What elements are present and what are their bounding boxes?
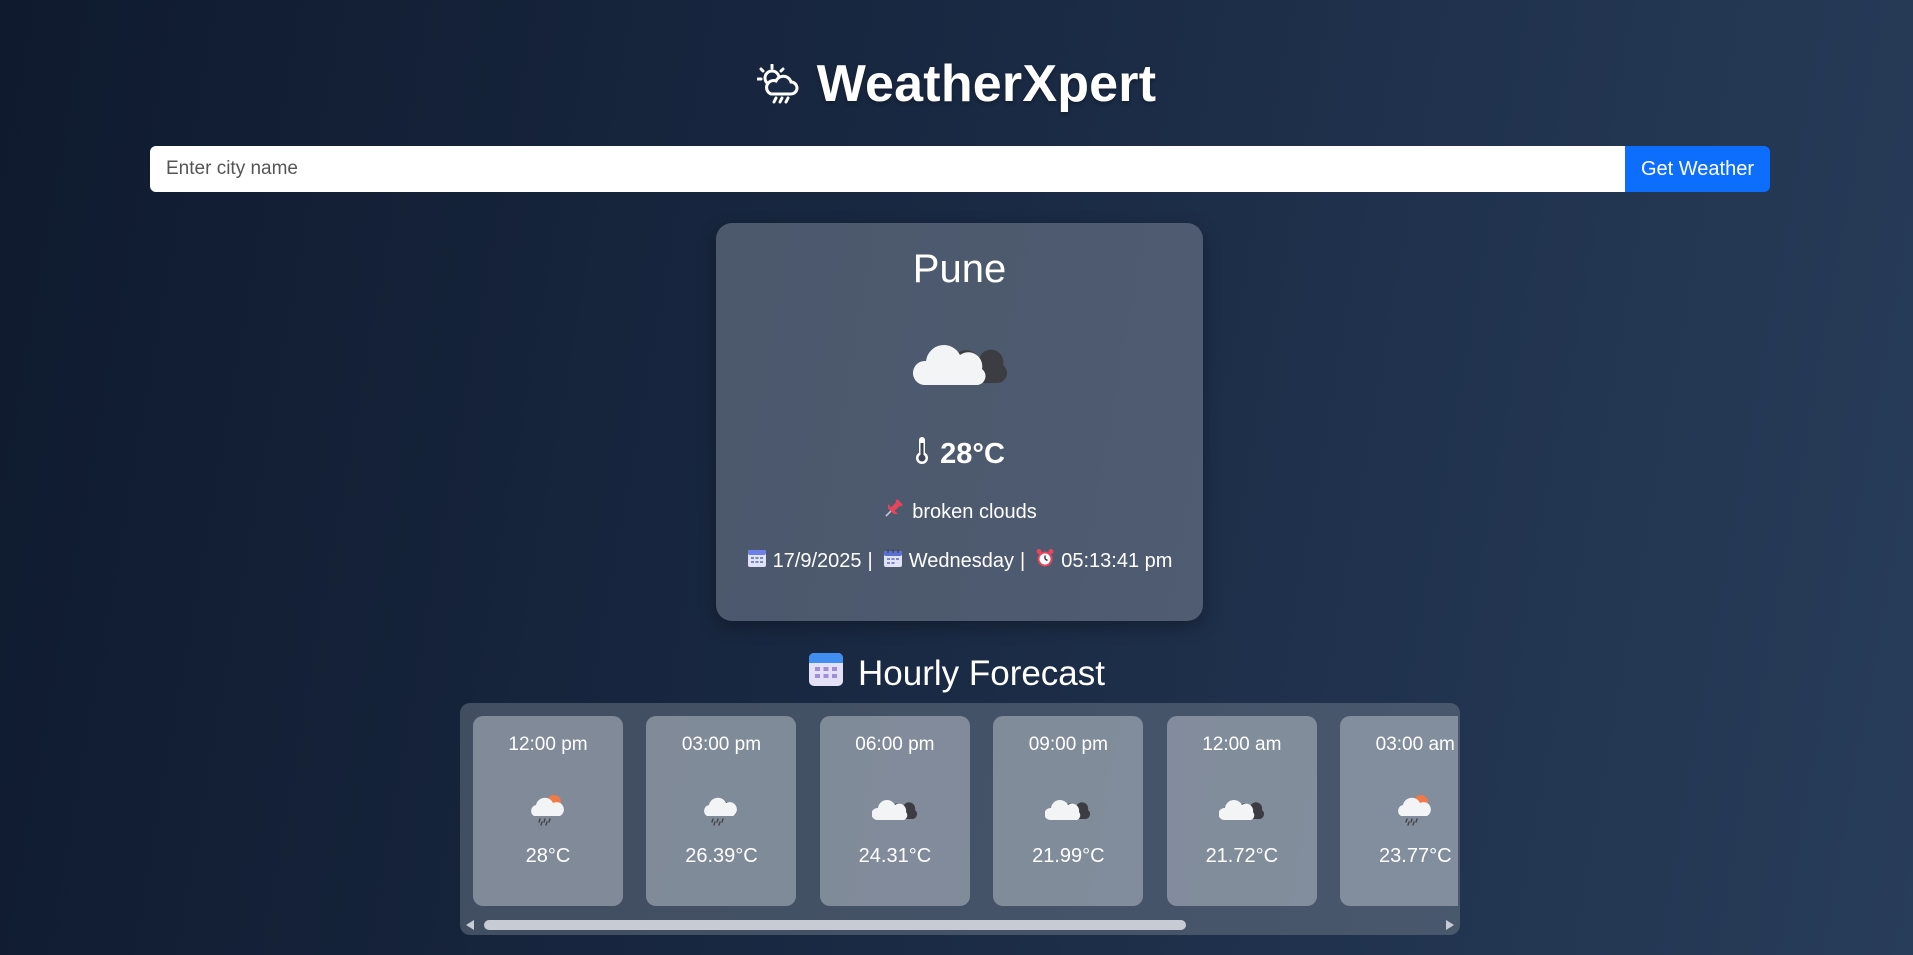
broken-clouds-icon: [993, 792, 1143, 827]
hourly-card: 03:00 pm 26.39°C: [646, 716, 797, 906]
weather-app: WeatherXpert Get Weather Pune 28°C: [0, 0, 1913, 955]
hour-temperature: 21.72°C: [1205, 845, 1279, 867]
thermometer-icon: [914, 435, 930, 473]
cloud-sun-rain-icon: [756, 64, 803, 104]
hourly-card: 12:00 pm 28°C: [473, 716, 623, 906]
scrollbar-thumb[interactable]: [484, 920, 1186, 930]
current-time: 05:13:41 pm: [1061, 549, 1173, 572]
city-name: Pune: [912, 247, 1007, 291]
horizontal-scrollbar[interactable]: [464, 917, 1456, 931]
hour-temperature: 21.99°C: [1032, 845, 1105, 867]
city-search-input[interactable]: [150, 146, 1625, 192]
sun-rain-icon: [473, 792, 623, 831]
broken-clouds-icon: [1167, 792, 1317, 827]
spiral-calendar-icon: [883, 548, 903, 574]
separator: |: [867, 549, 873, 572]
description-row: broken clouds: [716, 498, 1203, 526]
search-bar: Get Weather: [150, 146, 1770, 192]
current-day: Wednesday: [908, 549, 1015, 572]
weather-description: broken clouds: [912, 500, 1037, 523]
hourly-forecast-scroller[interactable]: 12:00 pm 28°C 03:00 pm 26.39°C 06:00 pm …: [460, 703, 1460, 935]
sun-rain-icon: [1340, 792, 1458, 831]
hour-temperature: 23.77°C: [1379, 845, 1452, 867]
hourly-card: 09:00 pm 21.99°C: [993, 716, 1144, 906]
alarm-clock-icon: [1035, 548, 1055, 574]
broken-clouds-icon: [716, 325, 1203, 394]
hour-time: 12:00 am: [1202, 734, 1282, 755]
get-weather-button[interactable]: Get Weather: [1625, 146, 1770, 192]
hourly-card: 03:00 am 23.77°C: [1340, 716, 1458, 906]
hour-time: 09:00 pm: [1028, 734, 1108, 755]
header: WeatherXpert: [0, 54, 1913, 114]
current-date: 17/9/2025: [772, 549, 862, 572]
current-temperature: 28°C: [940, 437, 1005, 470]
hour-temperature: 26.39°C: [685, 845, 758, 867]
hour-temperature: 24.31°C: [858, 845, 932, 867]
hourly-forecast-list: 12:00 pm 28°C 03:00 pm 26.39°C 06:00 pm …: [473, 716, 1458, 906]
hour-temperature: 28°C: [525, 845, 571, 867]
scroll-right-arrow-icon[interactable]: [1446, 920, 1454, 930]
hour-time: 06:00 pm: [855, 734, 935, 755]
broken-clouds-icon: [820, 792, 970, 827]
calendar-icon: [747, 548, 767, 574]
hourly-card: 06:00 pm 24.31°C: [819, 716, 970, 906]
cloud-rain-icon: [646, 792, 796, 831]
scroll-left-arrow-icon[interactable]: [466, 920, 474, 930]
hourly-forecast-heading: Hourly Forecast: [0, 651, 1913, 696]
hour-time: 03:00 pm: [681, 734, 762, 755]
hour-time: 12:00 pm: [508, 734, 588, 755]
calendar-icon: [808, 651, 844, 696]
pushpin-icon: [882, 498, 904, 526]
hourly-card: 12:00 am 21.72°C: [1166, 716, 1317, 906]
hour-time: 03:00 am: [1375, 734, 1455, 755]
app-title: WeatherXpert: [816, 55, 1157, 113]
separator: |: [1020, 549, 1026, 572]
temperature-row: 28°C: [716, 435, 1203, 473]
date-time-row: 17/9/2025 | Wednesday | 05:13:41 pm: [716, 548, 1203, 574]
current-weather-card: Pune 28°C broken clouds 17/9/2025 | Wedn…: [716, 223, 1203, 621]
hourly-forecast-title: Hourly Forecast: [857, 653, 1106, 693]
